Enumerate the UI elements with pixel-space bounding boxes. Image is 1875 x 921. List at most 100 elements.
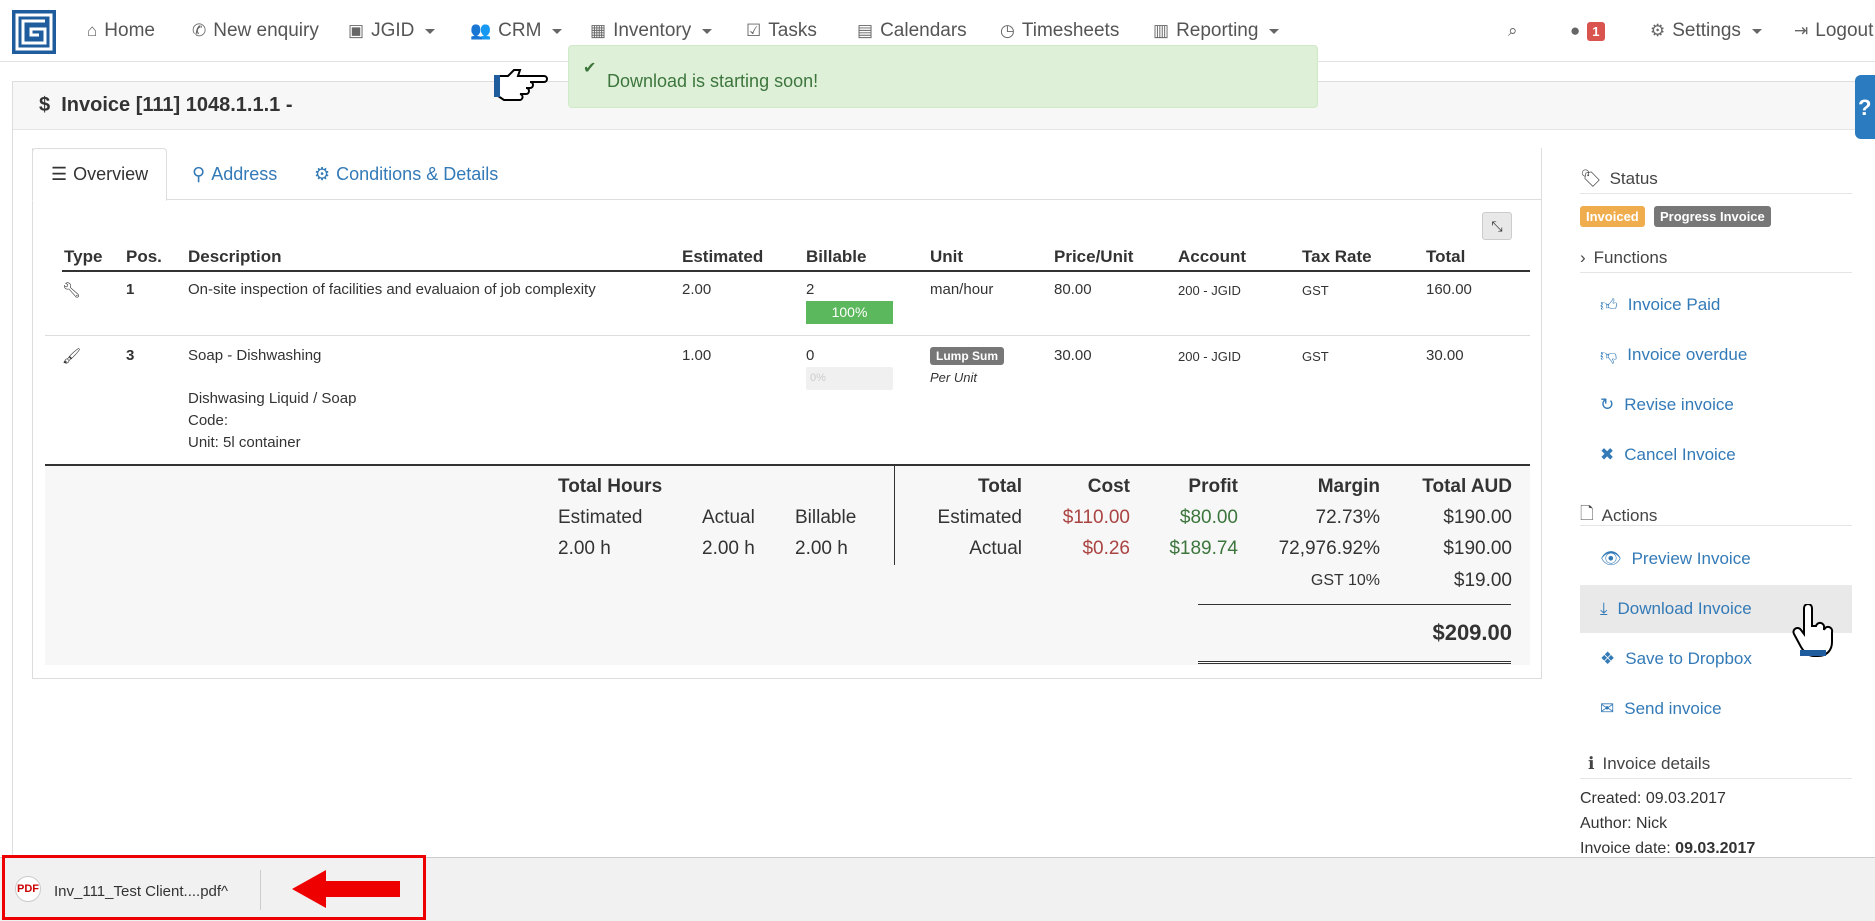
- col-type: Type: [64, 247, 103, 266]
- row2-unit-sub: Per Unit: [930, 370, 977, 385]
- invoice-paid-link[interactable]: 👍︎ Invoice Paid: [1580, 281, 1852, 329]
- preview-invoice-link[interactable]: 👁︎ Preview Invoice: [1580, 535, 1852, 583]
- col-summary-margin: Margin: [1317, 476, 1380, 497]
- tab-overview[interactable]: ☰ Overview: [32, 148, 168, 201]
- total-line: [1198, 604, 1511, 605]
- hours-billable-label: Billable: [795, 507, 857, 528]
- calendar-icon: ▤: [857, 21, 874, 40]
- check-square-icon: ☑: [746, 21, 762, 40]
- compress-button[interactable]: ⤡: [1482, 212, 1512, 240]
- nav-new-enquiry[interactable]: ✆ New enquiry: [192, 0, 319, 62]
- pointing-hand-icon: [494, 69, 548, 101]
- check-icon: ✔: [583, 60, 597, 77]
- cubes-icon: ▦: [590, 21, 607, 40]
- thumbs-down-icon: 👎︎: [1600, 345, 1618, 365]
- nav-home[interactable]: ⌂ Home: [87, 0, 155, 62]
- row2-billable: 0: [806, 347, 815, 364]
- map-marker-icon: ⚲: [192, 163, 206, 184]
- row1-unit: man/hour: [930, 281, 994, 298]
- actions-divider: [1580, 525, 1852, 526]
- nav-crm[interactable]: 👥 CRM: [470, 0, 563, 62]
- cogs-icon: ⚙: [314, 163, 331, 184]
- row2-pos: 3: [126, 347, 135, 364]
- app-logo[interactable]: [12, 10, 56, 54]
- row1-billable-progress: 100%: [806, 301, 893, 324]
- total-hours-heading: Total Hours: [558, 476, 663, 497]
- globe-icon: ●: [1570, 21, 1581, 40]
- caret-down-icon: [702, 28, 713, 34]
- hours-estimated-label: Estimated: [558, 507, 643, 528]
- header-divider: [62, 270, 1530, 272]
- row2-unit-label: Lump Sum: [930, 347, 1004, 365]
- cancel-invoice-link[interactable]: ✖ Cancel Invoice: [1580, 431, 1852, 479]
- created-date: Created: 09.03.2017: [1580, 790, 1726, 807]
- col-tax-rate: Tax Rate: [1302, 247, 1372, 266]
- help-tab[interactable]: ?: [1855, 75, 1875, 139]
- col-pos: Pos.: [126, 247, 162, 266]
- estimated-profit: $80.00: [1179, 507, 1238, 528]
- col-billable: Billable: [806, 247, 867, 266]
- col-estimated: Estimated: [682, 247, 764, 266]
- chevron-right-icon: ›: [1580, 248, 1586, 267]
- eye-icon: 👁︎: [1600, 549, 1622, 568]
- status-divider: [1580, 193, 1852, 194]
- search-button[interactable]: ⌕: [1508, 0, 1518, 62]
- users-icon: 👥: [470, 21, 492, 40]
- tab-bar: ☰ Overview ⚲ Address ⚙ Conditions & Details: [32, 148, 1542, 201]
- thumbs-up-icon: 👍︎: [1600, 295, 1618, 315]
- col-unit: Unit: [930, 247, 964, 266]
- author: Author: Nick: [1580, 815, 1668, 832]
- col-account: Account: [1178, 247, 1246, 266]
- row1-billable: 2: [806, 281, 815, 298]
- brush-icon: 🖌︎: [62, 348, 82, 365]
- hours-actual-label: Actual: [702, 507, 755, 528]
- bar-chart-icon: ▥: [1153, 21, 1170, 40]
- revise-invoice-link[interactable]: ↻ Revise invoice: [1580, 381, 1852, 429]
- actual-row-label: Actual: [969, 538, 1022, 559]
- envelope-icon: ✉: [1600, 699, 1615, 718]
- red-arrow-icon: [292, 870, 400, 908]
- download-toast: ✔ Download is starting soon!: [568, 45, 1318, 108]
- jgid-icon: ▣: [348, 21, 365, 40]
- status-badge-invoiced: Invoiced: [1580, 206, 1645, 227]
- col-summary-total: Total: [978, 476, 1022, 497]
- hours-estimated-value: 2.00 h: [558, 538, 611, 559]
- gst-value: $19.00: [1453, 570, 1512, 591]
- close-icon: ✖: [1600, 445, 1615, 464]
- row1-account: 200 - JGID: [1178, 283, 1241, 298]
- clock-icon: ◷: [1000, 21, 1015, 40]
- estimated-total: $190.00: [1443, 507, 1512, 528]
- sign-out-icon: ⇥: [1794, 21, 1809, 40]
- row1-total: 160.00: [1426, 281, 1472, 298]
- row-divider: [45, 335, 1530, 336]
- col-summary-profit: Profit: [1188, 476, 1238, 497]
- functions-heading[interactable]: › Functions: [1580, 248, 1667, 268]
- row1-price-unit: 80.00: [1054, 281, 1092, 298]
- nav-logout[interactable]: ⇥ Logout: [1794, 0, 1873, 62]
- hours-billable-value: 2.00 h: [795, 538, 848, 559]
- row1-progress-fill: 100%: [806, 301, 893, 324]
- row2-tax-rate: GST: [1302, 349, 1329, 364]
- row1-estimated: 2.00: [682, 281, 712, 298]
- caret-down-icon: [552, 28, 563, 34]
- dollar-icon: $: [39, 94, 62, 116]
- info-icon: ℹ: [1588, 754, 1595, 773]
- tag-icon: 🏷︎: [1580, 169, 1602, 188]
- col-description: Description: [188, 247, 282, 266]
- tab-address[interactable]: ⚲ Address: [192, 148, 277, 200]
- notifications-button[interactable]: ● 1: [1570, 0, 1605, 62]
- invoice-overdue-link[interactable]: 👎︎ Invoice overdue: [1580, 331, 1852, 379]
- row2-detail-1: Dishwasing Liquid / Soap: [188, 390, 357, 407]
- page-title: $ Invoice [111] 1048.1.1.1 -: [39, 94, 293, 116]
- details-divider: [1580, 778, 1852, 779]
- send-invoice-link[interactable]: ✉ Send invoice: [1580, 685, 1852, 733]
- invoice-details-heading: ℹ Invoice details: [1588, 754, 1711, 773]
- actual-total: $190.00: [1443, 538, 1512, 559]
- row2-billable-progress: 0%: [806, 367, 893, 390]
- row2-estimated: 1.00: [682, 347, 712, 364]
- grand-total: $209.00: [1432, 620, 1512, 645]
- nav-jgid[interactable]: ▣ JGID: [348, 0, 436, 62]
- estimated-margin: 72.73%: [1315, 507, 1380, 528]
- nav-settings[interactable]: ⚙ Settings: [1650, 0, 1762, 62]
- tab-conditions[interactable]: ⚙ Conditions & Details: [314, 148, 498, 200]
